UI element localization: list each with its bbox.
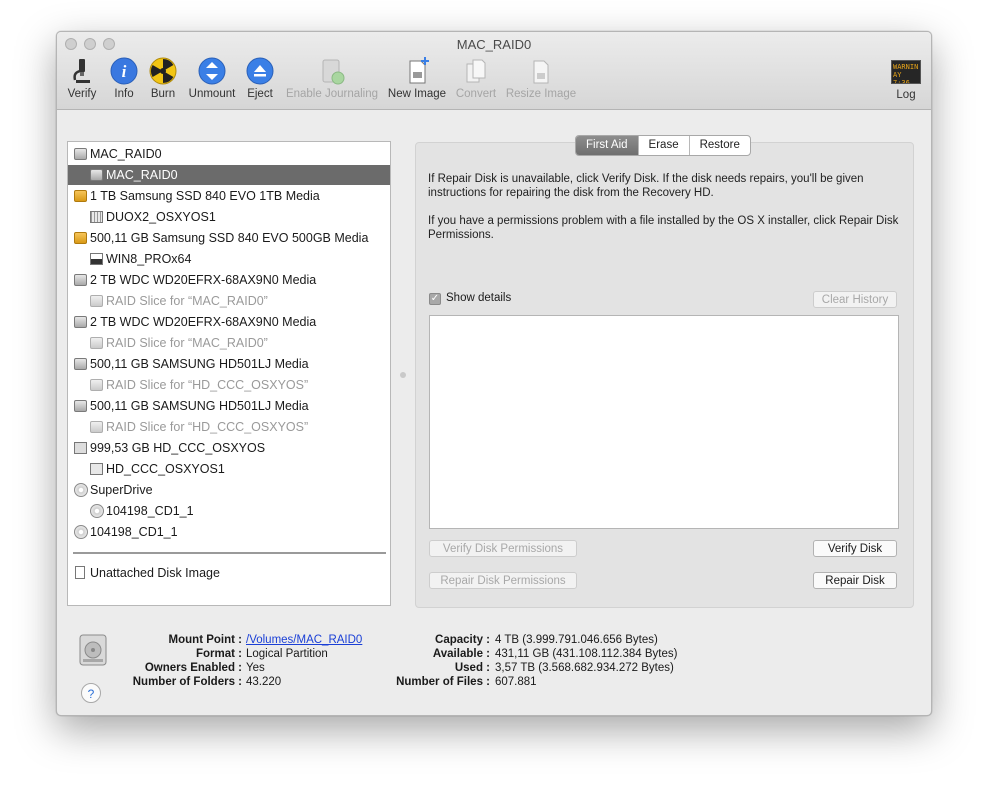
- format-label: Format :: [196, 648, 242, 660]
- format-value: Logical Partition: [246, 648, 328, 660]
- tab-restore[interactable]: Restore: [688, 136, 750, 155]
- cd-icon: [90, 504, 104, 518]
- used-label: Used :: [454, 662, 490, 674]
- repair-disk-permissions-button[interactable]: Repair Disk Permissions: [429, 572, 577, 589]
- external-drive-icon: [74, 232, 87, 244]
- windows-volume-icon: [90, 253, 103, 265]
- tab-bar: First Aid Erase Restore: [575, 135, 751, 156]
- raid-slice-icon: [90, 379, 103, 391]
- list-item[interactable]: 500,11 GB Samsung SSD 840 EVO 500GB Medi…: [68, 228, 390, 248]
- info-button[interactable]: i Info: [109, 56, 139, 100]
- toolbar: MAC_RAID0 Verify i Info Burn Unmount Eje…: [57, 32, 931, 110]
- verify-disk-button[interactable]: Verify Disk: [813, 540, 897, 557]
- unattached-disk-image-item[interactable]: Unattached Disk Image: [68, 563, 390, 583]
- list-item[interactable]: HD_CCC_OSXYOS1: [68, 459, 390, 479]
- capacity-value: 4 TB (3.999.791.046.656 Bytes): [495, 634, 658, 646]
- svg-text:i: i: [122, 62, 127, 81]
- resize-image-button[interactable]: Resize Image: [505, 56, 577, 100]
- list-item[interactable]: 500,11 GB SAMSUNG HD501LJ Media: [68, 396, 390, 416]
- split-view-handle[interactable]: [400, 372, 406, 378]
- volume-icon: [90, 463, 103, 475]
- log-button[interactable]: WARNIN AY 7:36 Log: [887, 56, 925, 101]
- list-item[interactable]: SuperDrive: [68, 480, 390, 500]
- mount-point-label: Mount Point :: [168, 634, 242, 646]
- convert-icon: [466, 59, 486, 83]
- clear-history-button[interactable]: Clear History: [813, 291, 897, 308]
- available-value: 431,11 GB (431.108.112.384 Bytes): [495, 648, 678, 660]
- list-item-selected[interactable]: MAC_RAID0: [68, 165, 390, 185]
- hard-disk-icon: [74, 358, 87, 370]
- eject-icon: [246, 57, 274, 85]
- unmount-icon: [198, 57, 226, 85]
- verify-disk-permissions-button[interactable]: Verify Disk Permissions: [429, 540, 577, 557]
- burn-button[interactable]: Burn: [148, 56, 178, 100]
- raid-disk-icon: [74, 148, 87, 160]
- list-item[interactable]: 104198_CD1_1: [68, 501, 390, 521]
- hard-disk-icon: [74, 316, 87, 328]
- convert-button[interactable]: Convert: [454, 56, 498, 100]
- info-icon: i: [110, 57, 138, 85]
- list-item[interactable]: DUOX2_OSXYOS1: [68, 207, 390, 227]
- available-label: Available :: [432, 648, 490, 660]
- burn-radiation-icon: [149, 57, 177, 85]
- raid-slice-icon: [90, 295, 103, 307]
- list-item[interactable]: RAID Slice for “MAC_RAID0”: [68, 333, 390, 353]
- new-image-button[interactable]: New Image: [387, 56, 447, 100]
- list-item[interactable]: 2 TB WDC WD20EFRX-68AX9N0 Media: [68, 270, 390, 290]
- microscope-icon: [73, 59, 90, 83]
- enable-journaling-button[interactable]: Enable Journaling: [283, 56, 381, 100]
- list-item[interactable]: 2 TB WDC WD20EFRX-68AX9N0 Media: [68, 312, 390, 332]
- selected-disk-icon: [79, 634, 107, 666]
- disk-list[interactable]: MAC_RAID0 MAC_RAID0 1 TB Samsung SSD 840…: [67, 141, 391, 606]
- unmount-button[interactable]: Unmount: [185, 56, 239, 100]
- used-value: 3,57 TB (3.568.682.934.272 Bytes): [495, 662, 674, 674]
- help-button[interactable]: ?: [81, 683, 101, 703]
- owners-enabled-label: Owners Enabled :: [144, 662, 242, 674]
- number-of-folders-label: Number of Folders :: [132, 676, 242, 688]
- raid-slice-icon: [90, 337, 103, 349]
- log-console-icon: WARNIN AY 7:36: [891, 60, 921, 84]
- show-details-label: Show details: [446, 292, 512, 304]
- number-of-files-value: 607.881: [495, 676, 537, 688]
- raid-slice-icon: [90, 421, 103, 433]
- disk-utility-window: MAC_RAID0 Verify i Info Burn Unmount Eje…: [56, 31, 932, 716]
- new-image-icon: [409, 57, 429, 84]
- list-item[interactable]: 1 TB Samsung SSD 840 EVO 1TB Media: [68, 186, 390, 206]
- window-title: MAC_RAID0: [456, 37, 532, 52]
- list-item[interactable]: WIN8_PROx64: [68, 249, 390, 269]
- hard-disk-icon: [74, 274, 87, 286]
- permissions-instructions: If you have a permissions problem with a…: [428, 215, 899, 241]
- list-item[interactable]: 999,53 GB HD_CCC_OSXYOS: [68, 438, 390, 458]
- list-item[interactable]: RAID Slice for “MAC_RAID0”: [68, 291, 390, 311]
- list-item[interactable]: 104198_CD1_1: [68, 522, 390, 542]
- disk-image-icon: [75, 566, 85, 579]
- list-item[interactable]: RAID Slice for “HD_CCC_OSXYOS”: [68, 417, 390, 437]
- cd-icon: [74, 525, 88, 539]
- ssd-volume-icon: [90, 211, 103, 223]
- owners-enabled-value: Yes: [246, 662, 265, 674]
- show-details-checkbox[interactable]: ✓: [429, 293, 441, 305]
- mount-point-link[interactable]: /Volumes/MAC_RAID0: [246, 634, 362, 646]
- raid-set-icon: [74, 442, 87, 454]
- list-divider: [73, 552, 386, 554]
- hard-disk-icon: [74, 400, 87, 412]
- external-drive-icon: [74, 190, 87, 202]
- resize-image-icon: [533, 60, 549, 84]
- optical-drive-icon: [74, 483, 88, 497]
- tab-erase[interactable]: Erase: [637, 136, 689, 155]
- number-of-folders-value: 43.220: [246, 676, 282, 688]
- raid-volume-icon: [90, 169, 103, 181]
- details-log-area[interactable]: [429, 315, 899, 529]
- first-aid-instructions: If Repair Disk is unavailable, click Ver…: [428, 173, 864, 199]
- list-item[interactable]: MAC_RAID0: [68, 144, 390, 164]
- list-item[interactable]: 500,11 GB SAMSUNG HD501LJ Media: [68, 354, 390, 374]
- tab-first-aid[interactable]: First Aid: [576, 136, 638, 155]
- repair-disk-button[interactable]: Repair Disk: [813, 572, 897, 589]
- journaling-disk-icon: [322, 59, 345, 85]
- number-of-files-label: Number of Files :: [396, 676, 490, 688]
- verify-button[interactable]: Verify: [66, 56, 98, 100]
- list-item[interactable]: RAID Slice for “HD_CCC_OSXYOS”: [68, 375, 390, 395]
- eject-button[interactable]: Eject: [245, 56, 275, 100]
- capacity-label: Capacity :: [435, 634, 490, 646]
